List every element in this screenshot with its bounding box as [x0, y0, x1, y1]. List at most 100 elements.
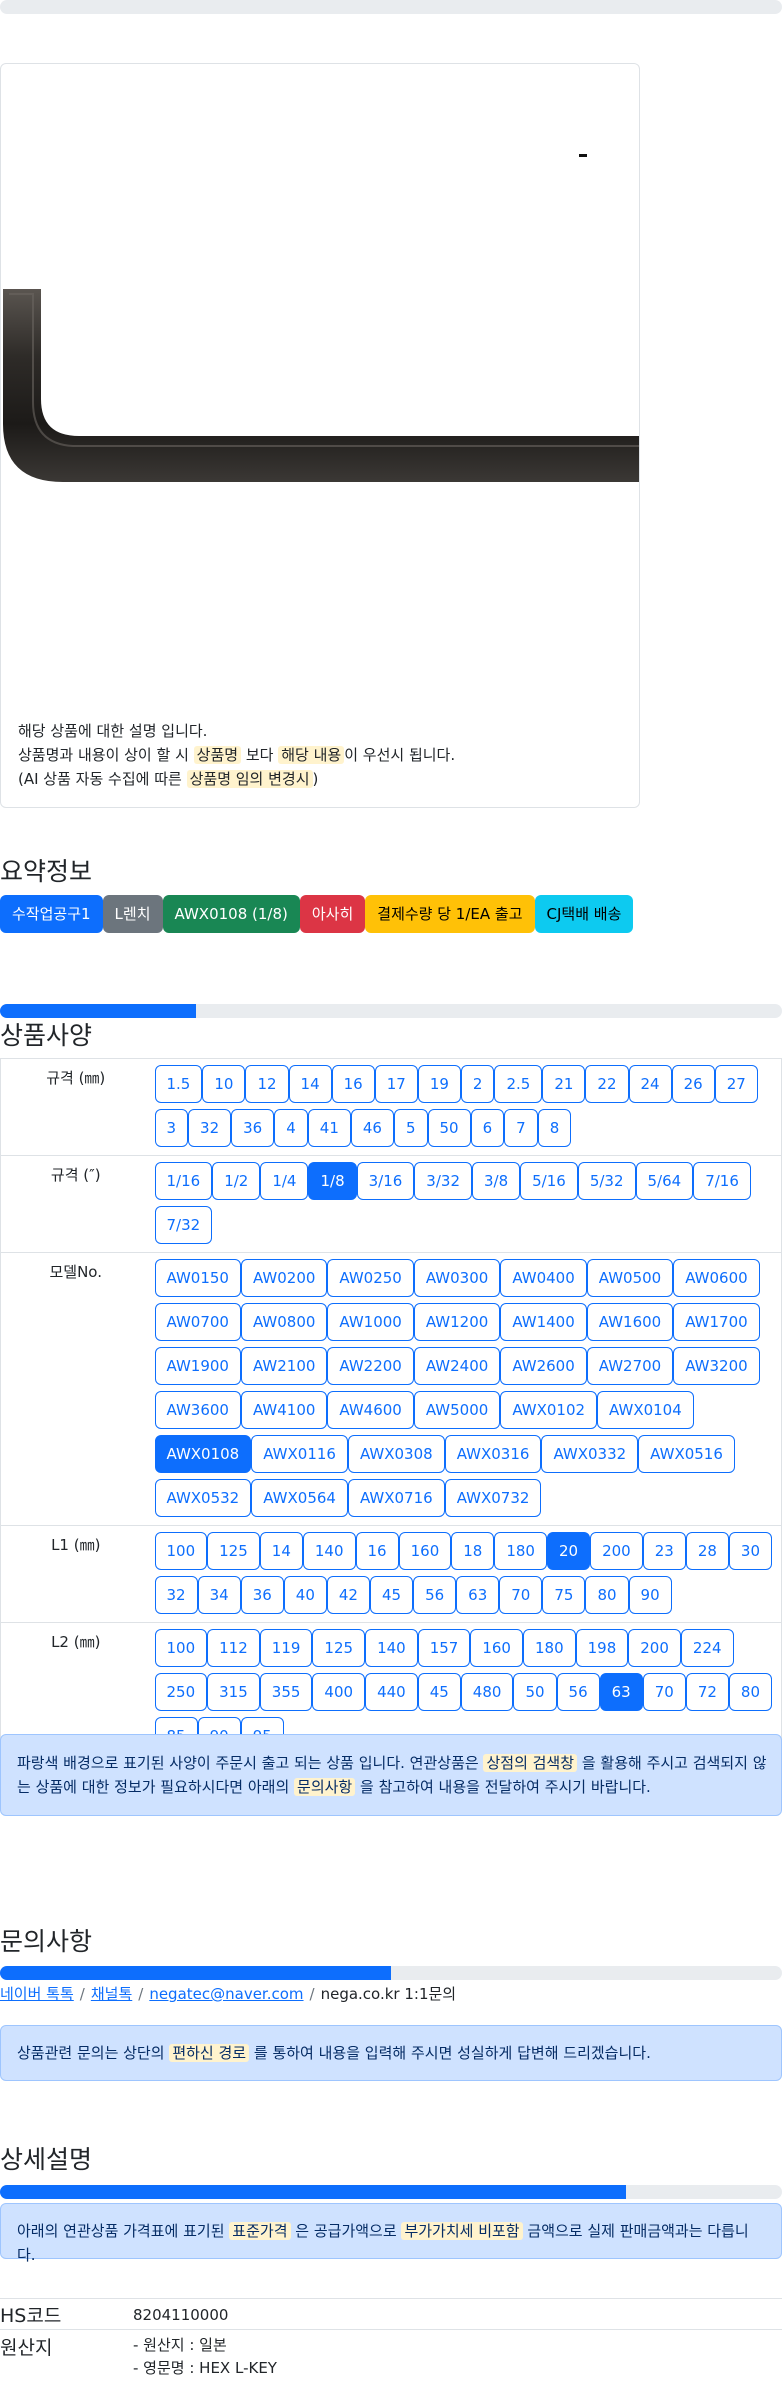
- spec-option-chip[interactable]: AWX0102: [500, 1391, 598, 1429]
- spec-option-chip[interactable]: 20: [546, 1532, 591, 1570]
- spec-option-chip[interactable]: 224: [680, 1629, 734, 1667]
- spec-option-chip[interactable]: 200: [628, 1629, 681, 1667]
- spec-option-chip[interactable]: AW0250: [327, 1259, 414, 1297]
- spec-option-chip[interactable]: 100: [154, 1629, 208, 1667]
- spec-option-chip[interactable]: 2.5: [494, 1065, 543, 1103]
- spec-option-chip[interactable]: 198: [575, 1629, 629, 1667]
- spec-option-chip[interactable]: 70: [642, 1673, 686, 1711]
- spec-option-chip[interactable]: 180: [522, 1629, 576, 1667]
- spec-option-chip[interactable]: 440: [365, 1673, 418, 1711]
- spec-option-chip[interactable]: AWX0104: [597, 1391, 694, 1429]
- spec-option-chip[interactable]: 119: [259, 1629, 313, 1667]
- spec-option-chip[interactable]: 125: [312, 1629, 366, 1667]
- spec-option-chip[interactable]: AW4600: [327, 1391, 414, 1429]
- spec-option-chip[interactable]: AWX0116: [251, 1435, 348, 1473]
- spec-option-chip[interactable]: 125: [207, 1532, 260, 1570]
- spec-option-chip[interactable]: 3/32: [414, 1162, 472, 1200]
- spec-option-chip[interactable]: AW0200: [240, 1259, 328, 1297]
- spec-option-chip[interactable]: 6: [470, 1109, 505, 1147]
- spec-option-chip[interactable]: 2: [460, 1065, 495, 1103]
- spec-option-chip[interactable]: AWX0716: [347, 1479, 445, 1517]
- spec-option-chip[interactable]: 355: [259, 1673, 313, 1711]
- spec-option-chip[interactable]: AWX0316: [444, 1435, 542, 1473]
- spec-option-chip[interactable]: 250: [154, 1673, 208, 1711]
- spec-option-chip[interactable]: 63: [599, 1673, 643, 1711]
- channel-talk-link[interactable]: 채널톡: [91, 1985, 132, 2003]
- spec-option-chip[interactable]: AW2200: [327, 1347, 414, 1385]
- spec-option-chip[interactable]: 40: [283, 1576, 327, 1614]
- spec-option-chip[interactable]: AW0800: [240, 1303, 328, 1341]
- spec-option-chip[interactable]: AWX0308: [347, 1435, 445, 1473]
- spec-option-chip[interactable]: 100: [154, 1532, 208, 1570]
- spec-option-chip[interactable]: 42: [326, 1576, 370, 1614]
- spec-option-chip[interactable]: 70: [499, 1576, 543, 1614]
- spec-option-chip[interactable]: 12: [245, 1065, 289, 1103]
- spec-option-chip[interactable]: 157: [417, 1629, 471, 1667]
- spec-option-chip[interactable]: 23: [642, 1532, 686, 1570]
- spec-option-chip[interactable]: 75: [542, 1576, 586, 1614]
- spec-option-chip[interactable]: 32: [188, 1109, 232, 1147]
- spec-option-chip[interactable]: 4: [274, 1109, 308, 1147]
- spec-option-chip[interactable]: AW1700: [673, 1303, 760, 1341]
- spec-option-chip[interactable]: 63: [456, 1576, 500, 1614]
- spec-option-chip[interactable]: 28: [685, 1532, 729, 1570]
- spec-option-chip[interactable]: 315: [207, 1673, 260, 1711]
- spec-option-chip[interactable]: 1/2: [212, 1162, 261, 1200]
- spec-option-chip[interactable]: 27: [714, 1065, 758, 1103]
- spec-option-chip[interactable]: 160: [470, 1629, 523, 1667]
- spec-option-chip[interactable]: 26: [671, 1065, 715, 1103]
- spec-option-chip[interactable]: 34: [197, 1576, 241, 1614]
- spec-option-chip[interactable]: 140: [302, 1532, 356, 1570]
- spec-option-chip[interactable]: 22: [585, 1065, 629, 1103]
- spec-option-chip[interactable]: 45: [417, 1673, 461, 1711]
- spec-option-chip[interactable]: 1/8: [308, 1162, 357, 1200]
- spec-option-chip[interactable]: 160: [398, 1532, 452, 1570]
- spec-option-chip[interactable]: AW1600: [586, 1303, 674, 1341]
- spec-option-chip[interactable]: 56: [413, 1576, 457, 1614]
- spec-option-chip[interactable]: AW3200: [673, 1347, 760, 1385]
- spec-option-chip[interactable]: 1.5: [154, 1065, 203, 1103]
- spec-option-chip[interactable]: AW1200: [413, 1303, 501, 1341]
- spec-option-chip[interactable]: 32: [154, 1576, 198, 1614]
- spec-option-chip[interactable]: AW2400: [413, 1347, 501, 1385]
- spec-option-chip[interactable]: 16: [331, 1065, 375, 1103]
- spec-option-chip[interactable]: AW4100: [240, 1391, 328, 1429]
- spec-option-chip[interactable]: AW0600: [673, 1259, 760, 1297]
- spec-option-chip[interactable]: 200: [590, 1532, 643, 1570]
- spec-option-chip[interactable]: 19: [417, 1065, 461, 1103]
- spec-option-chip[interactable]: AW5000: [413, 1391, 501, 1429]
- spec-option-chip[interactable]: 3/16: [356, 1162, 415, 1200]
- naver-talk-link[interactable]: 네이버 톡톡: [0, 1985, 74, 2003]
- spec-option-chip[interactable]: AW2700: [586, 1347, 674, 1385]
- spec-option-chip[interactable]: AW0500: [586, 1259, 674, 1297]
- spec-option-chip[interactable]: 112: [207, 1629, 260, 1667]
- spec-option-chip[interactable]: 17: [374, 1065, 418, 1103]
- spec-option-chip[interactable]: 36: [240, 1576, 284, 1614]
- spec-option-chip[interactable]: 5: [393, 1109, 428, 1147]
- spec-option-chip[interactable]: AW1000: [327, 1303, 414, 1341]
- spec-option-chip[interactable]: 400: [312, 1673, 366, 1711]
- spec-option-chip[interactable]: 80: [728, 1673, 772, 1711]
- spec-option-chip[interactable]: 180: [494, 1532, 547, 1570]
- spec-option-chip[interactable]: 18: [451, 1532, 495, 1570]
- spec-option-chip[interactable]: AWX0516: [638, 1435, 735, 1473]
- spec-option-chip[interactable]: 45: [369, 1576, 414, 1614]
- spec-option-chip[interactable]: 3: [154, 1109, 189, 1147]
- spec-option-chip[interactable]: 21: [542, 1065, 586, 1103]
- spec-option-chip[interactable]: 1/16: [154, 1162, 213, 1200]
- spec-option-chip[interactable]: 8: [537, 1109, 572, 1147]
- email-link[interactable]: negatec@naver.com: [149, 1985, 303, 2003]
- spec-option-chip[interactable]: AWX0332: [541, 1435, 639, 1473]
- spec-option-chip[interactable]: AWX0564: [251, 1479, 348, 1517]
- spec-option-chip[interactable]: 140: [365, 1629, 418, 1667]
- spec-option-chip[interactable]: AW0300: [413, 1259, 501, 1297]
- spec-option-chip[interactable]: AW2100: [240, 1347, 328, 1385]
- spec-option-chip[interactable]: 50: [427, 1109, 471, 1147]
- spec-option-chip[interactable]: 480: [460, 1673, 514, 1711]
- spec-option-chip[interactable]: 36: [231, 1109, 275, 1147]
- spec-option-chip[interactable]: 3/8: [471, 1162, 521, 1200]
- spec-option-chip[interactable]: 7: [504, 1109, 538, 1147]
- spec-option-chip[interactable]: 7/32: [154, 1206, 213, 1244]
- spec-option-chip[interactable]: AWX0732: [444, 1479, 542, 1517]
- spec-option-chip[interactable]: 1/4: [260, 1162, 309, 1200]
